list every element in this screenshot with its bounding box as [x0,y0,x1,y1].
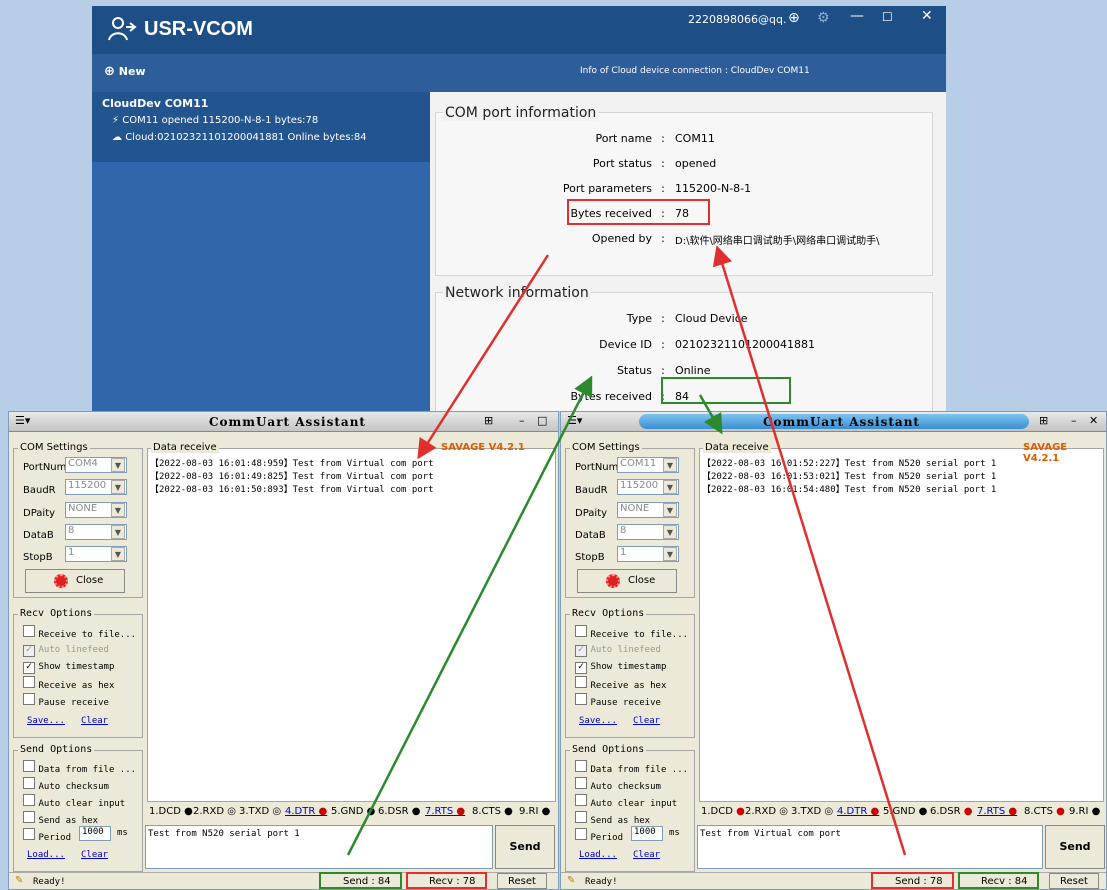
arrow-green-right [698,394,723,435]
arrow-red-left [417,254,550,460]
annotation-arrows [346,245,907,856]
arrow-green-left [346,375,593,856]
arrow-red-right [712,245,907,856]
